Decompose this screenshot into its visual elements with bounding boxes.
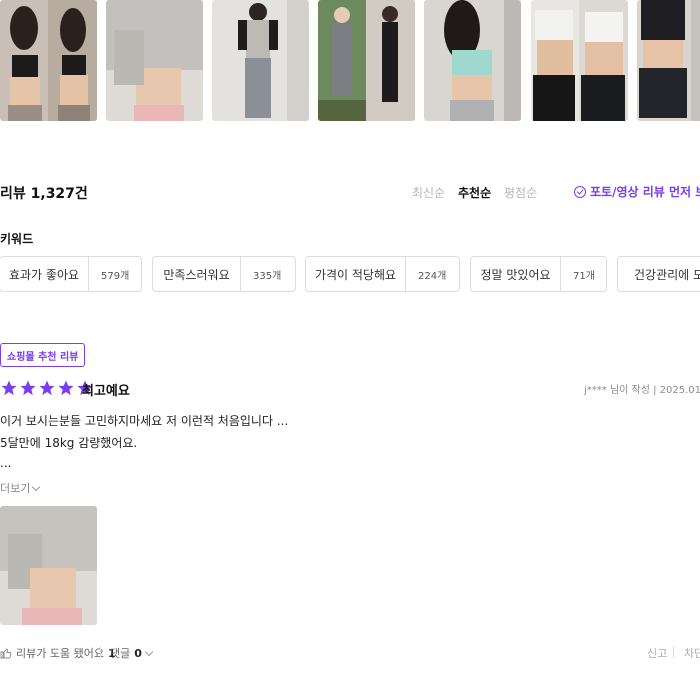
more-label: 더보기	[0, 482, 31, 495]
keyword-label: 건강관리에 도움	[634, 267, 700, 282]
keyword-label: 정말 맛있어요	[471, 257, 561, 291]
star-rating	[0, 379, 94, 397]
comment-button[interactable]: 댓글 0	[110, 645, 154, 661]
keyword-chip[interactable]: 가격이 적당해요 224개	[305, 256, 460, 292]
comment-label: 댓글	[110, 647, 131, 660]
keyword-label: 만족스러워요	[153, 257, 241, 291]
sort-latest[interactable]: 최신순	[412, 184, 445, 201]
star-icon	[20, 380, 36, 396]
helpful-button[interactable]: 리뷰가 도움 됐어요 1	[0, 645, 116, 661]
photo-review-first-label: 포토/영상 리뷰 먼저 보기	[590, 185, 700, 199]
review-meta: j**** 님이 작성 | 2025.01.05	[584, 385, 700, 396]
keyword-chip[interactable]: 효과가 좋아요 579개	[0, 256, 142, 292]
keyword-label: 가격이 적당해요	[306, 257, 406, 291]
review-thumbnail[interactable]	[424, 0, 521, 121]
keyword-title: 키워드	[0, 232, 34, 246]
divider	[673, 646, 674, 658]
star-icon	[1, 380, 17, 396]
review-thumbnail[interactable]	[0, 0, 97, 121]
more-button[interactable]: 더보기	[0, 480, 41, 496]
review-thumbnail[interactable]	[106, 0, 203, 121]
chevron-down-icon	[144, 647, 154, 656]
keyword-chip[interactable]: 건강관리에 도움	[617, 256, 700, 292]
review-photo[interactable]	[0, 506, 97, 625]
report-button[interactable]: 신고	[647, 645, 667, 661]
keyword-label: 효과가 좋아요	[0, 257, 89, 291]
block-button[interactable]: 차단	[684, 645, 700, 661]
chevron-down-icon	[32, 482, 41, 491]
keyword-count: 579개	[101, 270, 130, 282]
review-body-line: 이거 보시는분들 고민하지마세요 저 이런적 처음입니다 ...	[0, 414, 289, 428]
keyword-count: 71개	[573, 270, 595, 282]
keyword-count: 335개	[253, 270, 282, 282]
review-body-line: ...	[0, 456, 12, 470]
sort-recommended[interactable]: 추천순	[458, 184, 491, 201]
comment-count: 0	[134, 646, 142, 660]
review-thumbnail[interactable]	[637, 0, 700, 121]
review-photo-strip	[0, 0, 700, 122]
review-thumbnail[interactable]	[318, 0, 415, 121]
review-body-line: 5달만에 18kg 감량했어요.	[0, 436, 138, 450]
recommended-review-badge: 쇼핑몰 추천 리뷰	[0, 343, 86, 367]
photo-review-first-toggle[interactable]: 포토/영상 리뷰 먼저 보기	[574, 183, 700, 200]
helpful-label: 리뷰가 도움 됐어요	[16, 647, 104, 660]
sort-rating[interactable]: 평점순	[504, 184, 537, 201]
divider	[100, 646, 101, 658]
star-icon	[39, 380, 55, 396]
keyword-count: 224개	[418, 270, 447, 282]
review-thumbnail[interactable]	[531, 0, 628, 121]
keyword-chip[interactable]: 정말 맛있어요 71개	[470, 256, 607, 292]
review-thumbnail[interactable]	[212, 0, 309, 121]
keyword-chip[interactable]: 만족스러워요 335개	[152, 256, 296, 292]
review-count: 리뷰 1,327건	[0, 186, 88, 202]
check-circle-icon	[574, 185, 586, 198]
star-icon	[58, 380, 74, 396]
thumbs-up-icon	[0, 648, 12, 659]
review-title: 최고예요	[82, 384, 130, 399]
